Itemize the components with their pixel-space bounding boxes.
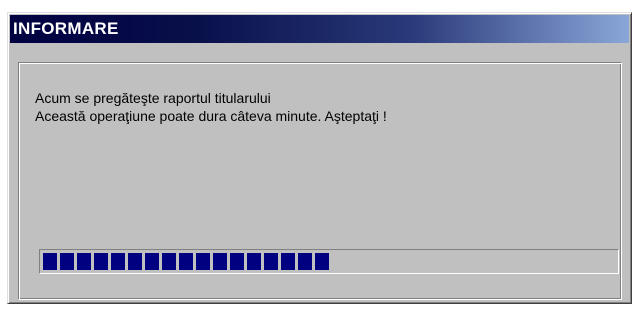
progress-block <box>179 253 193 270</box>
progress-block <box>111 253 125 270</box>
progress-block <box>230 253 244 270</box>
progress-block <box>60 253 74 270</box>
progress-block <box>43 253 57 270</box>
progress-bar-fill <box>43 253 340 270</box>
progress-bar <box>39 249 619 274</box>
progress-block <box>196 253 210 270</box>
message-panel: Acum se pregăteşte raportul titularului … <box>18 62 622 300</box>
dialog-title: INFORMARE <box>13 19 119 38</box>
progress-block <box>94 253 108 270</box>
progress-block <box>247 253 261 270</box>
progress-block <box>264 253 278 270</box>
progress-block <box>145 253 159 270</box>
title-bar[interactable]: INFORMARE <box>10 15 629 43</box>
message-line-1: Acum se pregăteşte raportul titularului <box>35 90 271 106</box>
progress-block <box>298 253 312 270</box>
progress-block <box>315 253 329 270</box>
informare-dialog: INFORMARE Acum se pregăteşte raportul ti… <box>7 12 632 304</box>
progress-block <box>281 253 295 270</box>
progress-block <box>77 253 91 270</box>
progress-block <box>213 253 227 270</box>
message-line-2: Această operaţiune poate dura câteva min… <box>35 108 387 124</box>
progress-block <box>128 253 142 270</box>
progress-block <box>162 253 176 270</box>
